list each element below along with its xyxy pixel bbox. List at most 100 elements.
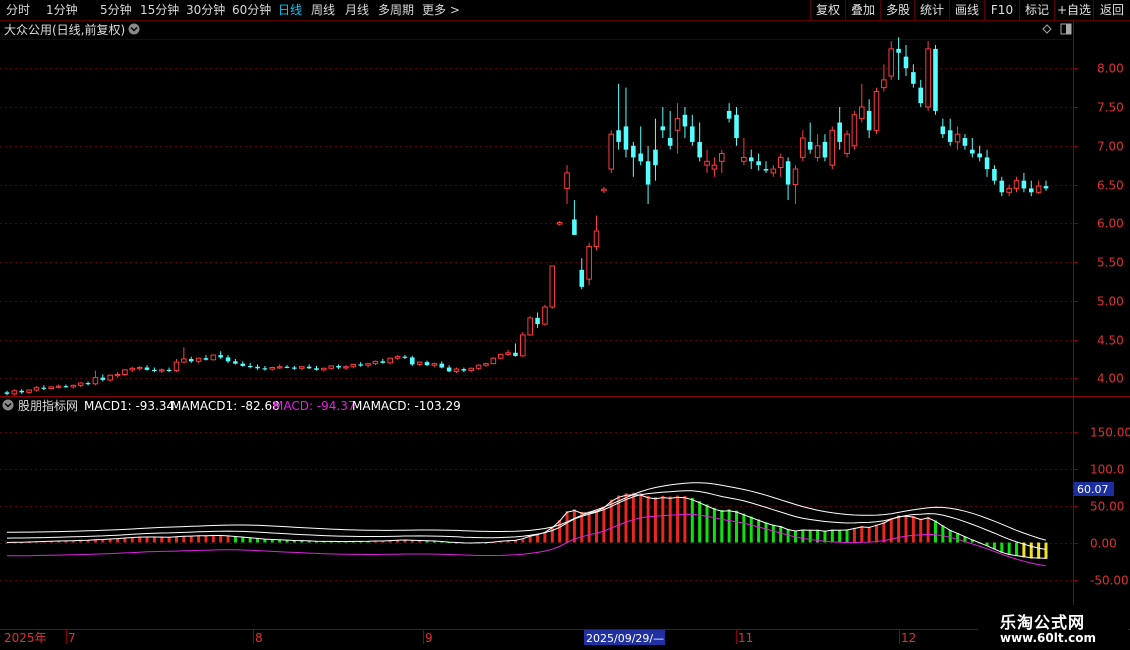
candle [792,165,799,204]
diamond-icon[interactable] [1042,24,1052,34]
histogram-bar [1044,542,1048,559]
candle [107,374,113,382]
histogram-bar [845,529,849,543]
candle [674,103,681,154]
overlay-button[interactable]: 叠加 [845,0,880,20]
candle [490,357,497,365]
candle [542,304,548,326]
candle [284,365,290,369]
candle [527,316,533,336]
candle [726,103,732,123]
candle [48,386,54,390]
histogram-bar [875,524,879,543]
candle [586,242,592,286]
chevron-down-icon[interactable] [128,23,140,35]
tab-more[interactable]: 更多 > [422,1,460,19]
candle [431,362,438,368]
tab-30min[interactable]: 30分钟 [186,1,225,19]
histogram-bar [197,535,201,543]
tab-multi-period[interactable]: 多周期 [378,1,414,19]
price-tick-label: 7.50 [1097,101,1124,115]
histogram-bar [941,525,945,543]
panel-toggle-icon[interactable] [1060,23,1072,35]
histogram-bar [204,535,208,543]
statistics-button[interactable]: 统计 [914,0,949,20]
tab-monthly[interactable]: 月线 [345,1,369,19]
candle [918,79,924,108]
f10-button[interactable]: F10 [984,0,1019,20]
tab-minute-time[interactable]: 分时 [6,1,30,19]
time-label-dec: 12 [901,631,916,645]
candle [822,134,828,162]
candle [453,367,460,373]
candle [292,365,297,370]
candle [1028,180,1034,197]
tab-weekly[interactable]: 周线 [311,1,335,19]
price-tick-label: 6.00 [1097,217,1124,231]
candle [741,138,747,166]
candle [114,372,121,378]
histogram-bar [1029,542,1033,559]
histogram-bar [182,535,186,543]
candle [866,99,872,139]
histogram-bar [646,495,650,543]
tab-60min[interactable]: 60分钟 [232,1,271,19]
histogram-bar [1037,542,1041,559]
candle [129,366,136,373]
time-label-cursor: 2025/09/29/— [586,632,664,645]
tab-daily[interactable]: 日线 [278,1,302,19]
histogram-bar [543,531,547,543]
add-watchlist-button[interactable]: +自选 [1054,0,1093,20]
indicator-tick-label: 50.00 [1090,500,1124,514]
candle [92,370,99,386]
candle [999,176,1005,197]
histogram-bar [764,522,768,543]
histogram-bar [226,535,230,543]
draw-line-button[interactable]: 画线 [949,0,984,20]
adjust-button[interactable]: 复权 [810,0,845,20]
candle [1043,180,1049,191]
candle [888,41,895,80]
tab-15min[interactable]: 15分钟 [140,1,179,19]
indicator-collapse-icon[interactable] [2,399,14,411]
tab-5min[interactable]: 5分钟 [100,1,132,19]
candle [770,165,777,177]
histogram-bar [771,524,775,543]
histogram-bar [911,516,915,543]
candle [122,369,128,377]
candle [314,365,319,371]
price-tick-label: 8.00 [1097,62,1124,76]
histogram-bar [690,497,694,543]
candle [718,149,725,173]
candle [851,110,858,150]
candle [350,363,357,369]
histogram-bar [727,509,731,543]
indicator-tick-label: 0.00 [1090,537,1117,551]
histogram-bar [595,510,599,543]
candle [564,165,570,204]
candle [549,265,556,309]
candle [409,355,415,366]
candle [1006,184,1012,197]
back-button[interactable]: 返回 [1093,0,1130,20]
candle [807,122,813,154]
histogram-bar [919,518,923,543]
candle [734,107,739,146]
multi-stock-button[interactable]: 多股 [880,0,915,20]
chart-area[interactable]: 8.00 7.50 7.00 6.50 6.00 5.50 5.00 4.50 4.00 大众公… [0,21,1130,650]
histogram-bar [757,519,761,543]
histogram-bar [138,536,142,543]
histogram-bar [219,535,223,543]
candle [416,361,423,366]
candle [255,364,260,370]
candle [372,360,379,366]
candle [638,126,644,166]
mark-button[interactable]: 标记 [1019,0,1054,20]
histogram-bar [882,522,886,543]
candle [439,361,445,369]
candle [947,118,953,146]
price-grid [0,68,1073,379]
tab-1min[interactable]: 1分钟 [46,1,78,19]
candle [1035,180,1042,194]
candle [505,349,511,356]
